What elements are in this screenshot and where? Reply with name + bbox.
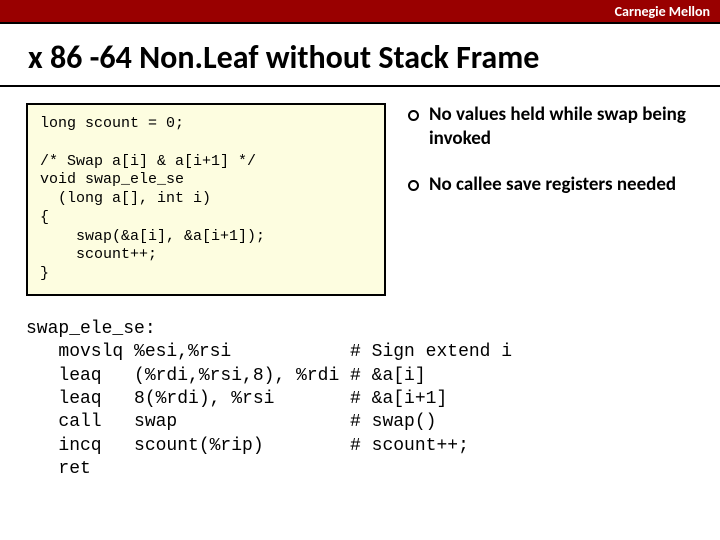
bullets-list: No values held while swap being invoked … [408,103,694,196]
bullet-text: No callee save registers needed [429,173,676,197]
page-title: x 86 -64 Non.Leaf without Stack Frame [28,38,692,77]
bullet-text: No values held while swap being invoked [429,103,694,151]
title-wrap: x 86 -64 Non.Leaf without Stack Frame [0,24,720,87]
header-brand: Carnegie Mellon [615,3,710,20]
list-item: No values held while swap being invoked [408,103,694,151]
two-col: long scount = 0; /* Swap a[i] & a[i+1] *… [26,103,694,296]
list-item: No callee save registers needed [408,173,694,197]
header-bar: Carnegie Mellon [0,0,720,24]
bullet-icon [408,180,419,191]
bullets-panel: No values held while swap being invoked … [408,103,694,296]
body-area: long scount = 0; /* Swap a[i] & a[i+1] *… [0,87,720,481]
c-code-box: long scount = 0; /* Swap a[i] & a[i+1] *… [26,103,386,296]
bullet-icon [408,110,419,121]
assembly-block: swap_ele_se: movslq %esi,%rsi # Sign ext… [26,318,694,482]
